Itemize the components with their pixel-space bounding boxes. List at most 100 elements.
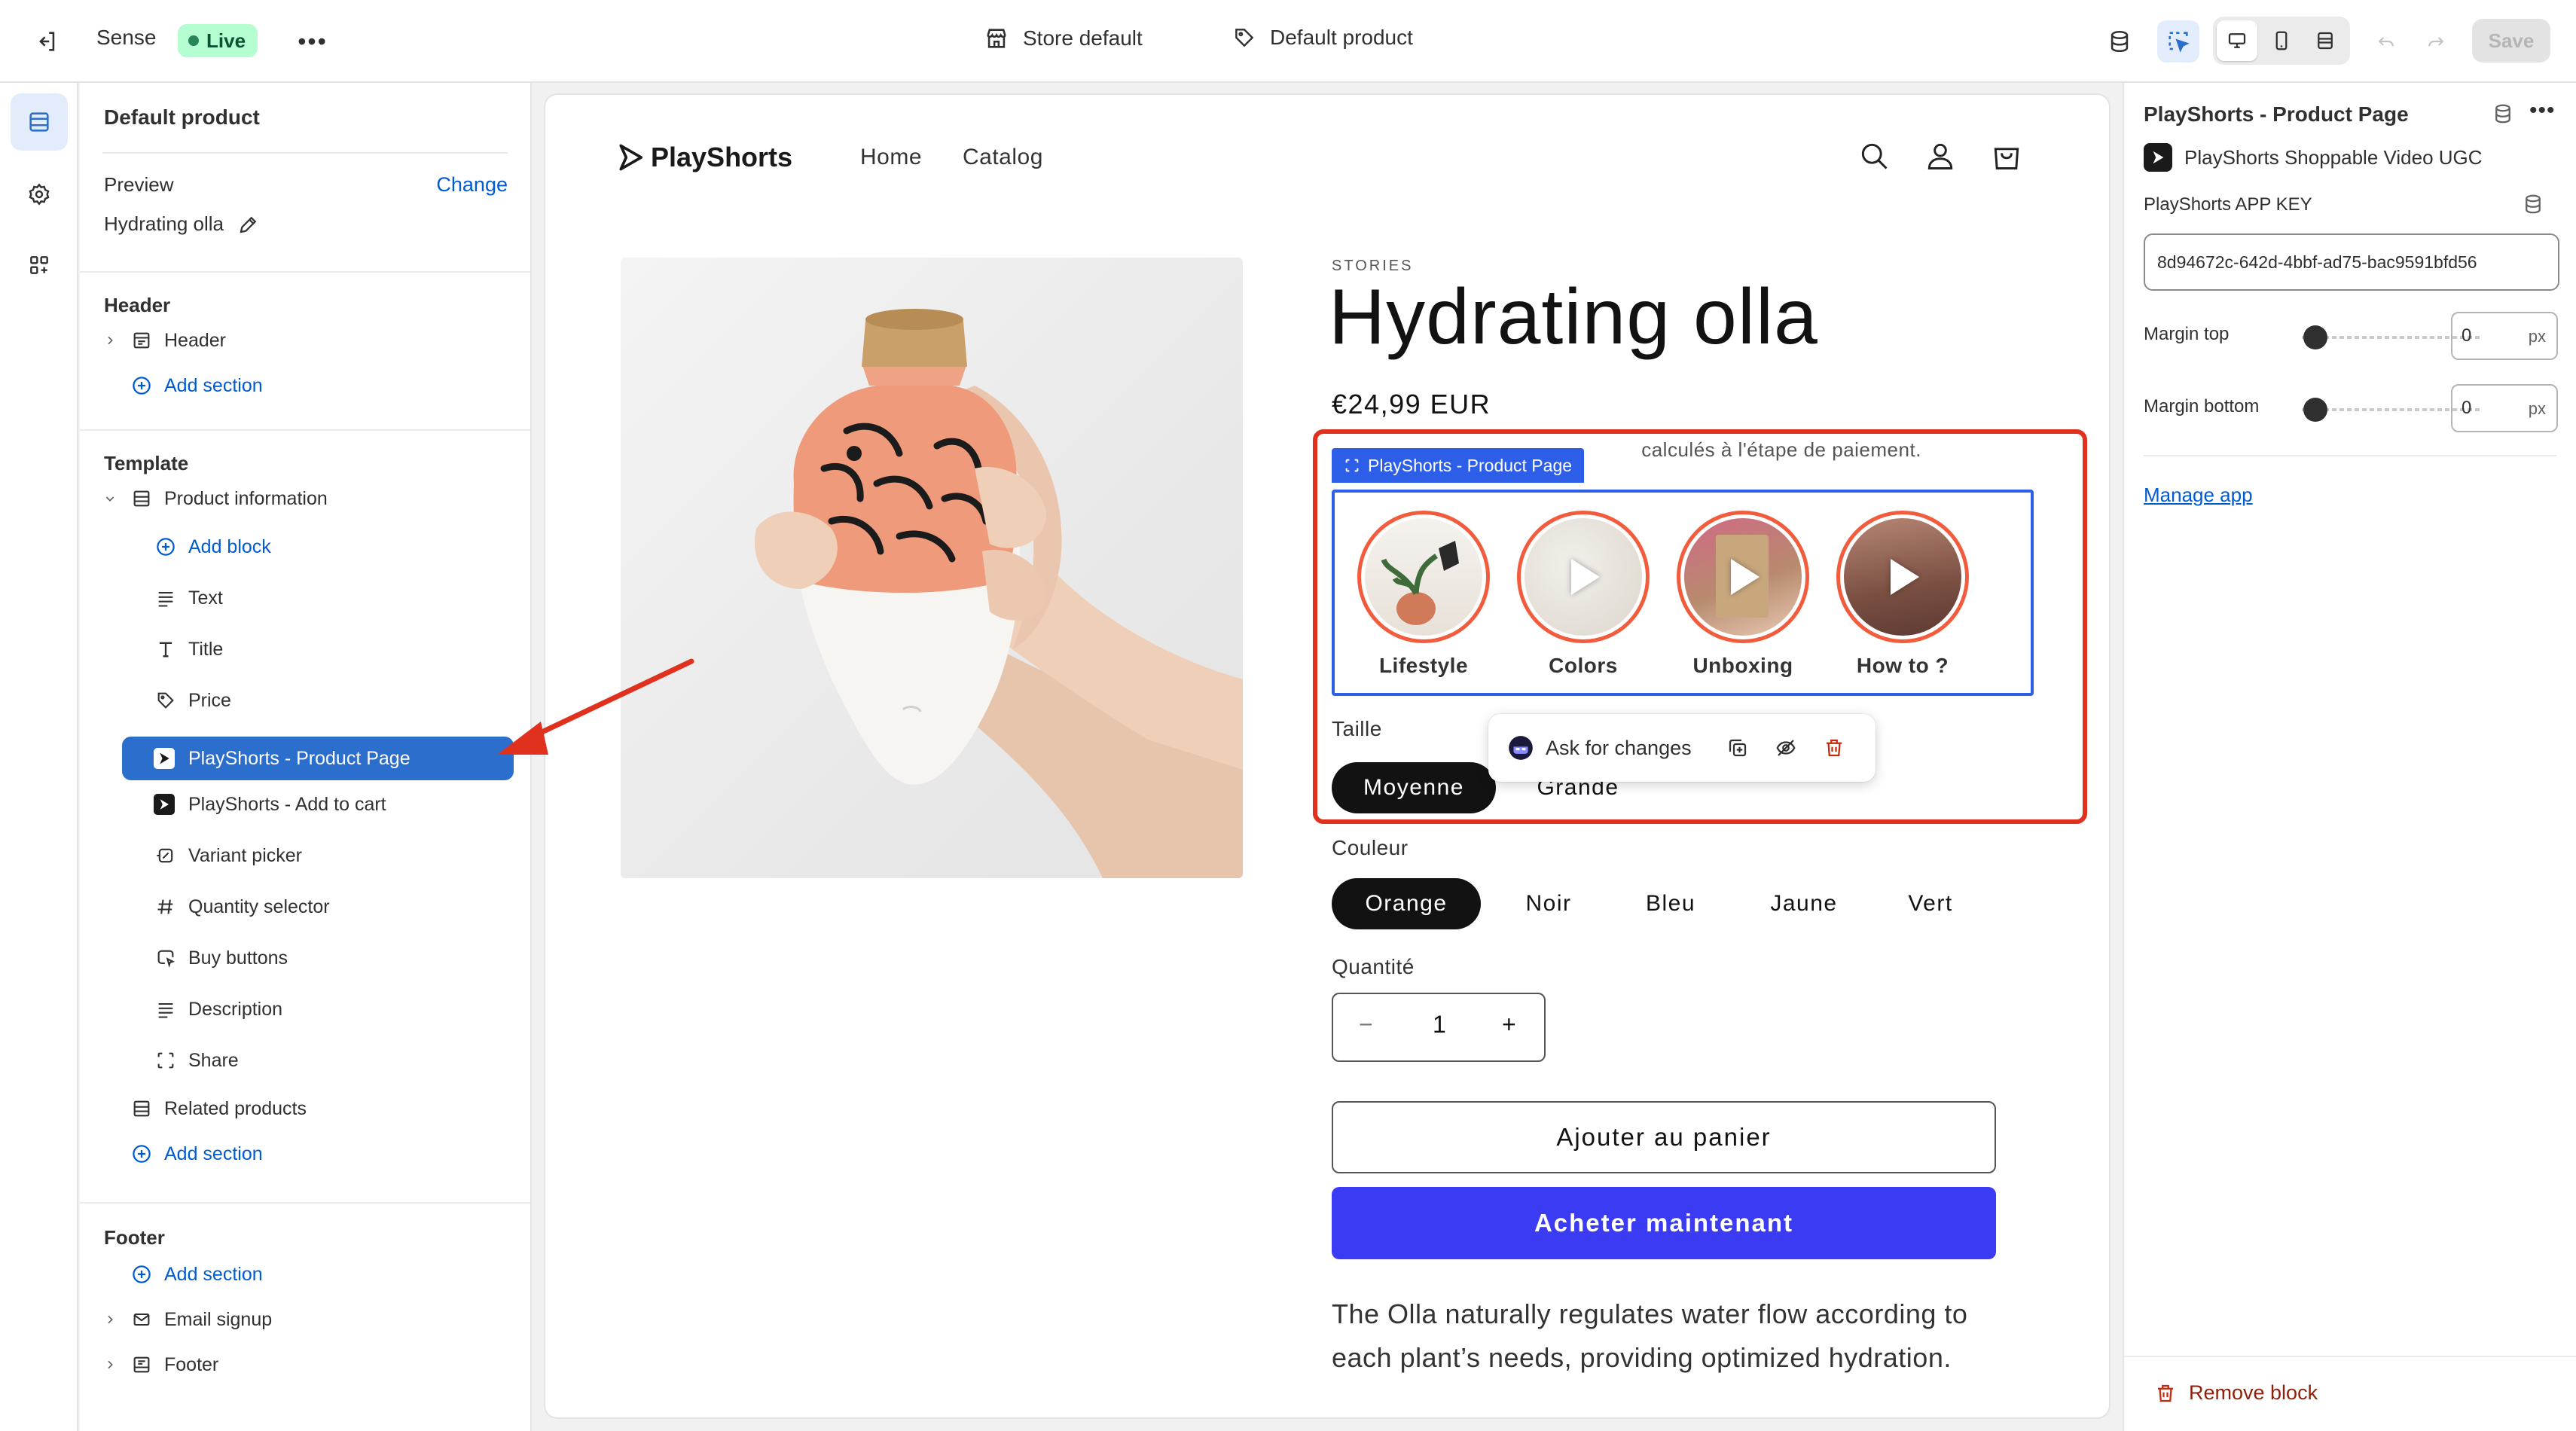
fullscreen-icon[interactable] [2305,20,2346,61]
add-block[interactable]: Add block [80,524,530,569]
color-option-noir[interactable]: Noir [1496,878,1601,929]
store-selector[interactable]: Store default [984,26,1143,51]
product-price: €24,99 EUR [1332,389,1491,420]
ask-for-changes-button[interactable]: Ask for changes [1496,722,1705,774]
delete-icon[interactable] [1814,728,1854,768]
manage-app-link[interactable]: Manage app [2144,484,2253,507]
block-quantity-selector[interactable]: Quantity selector [80,884,530,929]
quantity-value[interactable]: 1 [1433,1011,1446,1039]
nav-catalog[interactable]: Catalog [963,145,1043,170]
block-text[interactable]: Text [80,575,530,621]
margin-bottom-input[interactable]: 0 px [2451,384,2558,432]
top-bar: Sense Live ••• Store default Default pro… [0,0,2576,83]
inspector-icon[interactable] [2157,20,2199,63]
pencil-icon[interactable] [237,213,260,236]
save-button[interactable]: Save [2472,19,2550,63]
sidebar-item-label: Product information [164,487,328,509]
settings-gear-icon[interactable] [11,166,68,223]
undo-icon[interactable] [2365,20,2407,63]
block-playshorts-product-page[interactable]: PlayShorts - Product Page [122,737,514,780]
color-option-orange[interactable]: Orange [1332,878,1481,929]
more-options-icon[interactable]: ••• [2529,98,2556,124]
block-label: Variant picker [188,844,302,866]
theme-name[interactable]: Sense [96,26,156,50]
change-preview-link[interactable]: Change [436,173,508,197]
size-option-moyenne[interactable]: Moyenne [1332,762,1496,813]
margin-bottom-value[interactable]: 0 [2462,398,2471,419]
block-label: Description [188,998,283,1020]
text-icon [154,997,178,1021]
divider [80,429,530,431]
nav-home[interactable]: Home [860,145,922,170]
block-label: Quantity selector [188,896,330,917]
block-label: Buy buttons [188,947,288,969]
remove-block-button[interactable]: Remove block [2154,1381,2318,1405]
block-label: Text [188,587,223,609]
color-option-jaune[interactable]: Jaune [1740,878,1868,929]
block-description[interactable]: Description [80,987,530,1032]
desktop-icon[interactable] [2217,20,2257,61]
margin-top-value[interactable]: 0 [2462,325,2471,346]
price-tag-icon [154,688,178,712]
database-icon[interactable] [2098,20,2141,63]
sections-icon[interactable] [11,93,68,151]
sidebar-item-product-information[interactable]: Product information [80,476,530,521]
sidebar-item-label: Email signup [164,1308,273,1330]
sidebar-item-related-products[interactable]: Related products [80,1086,530,1131]
color-option-bleu[interactable]: Bleu [1618,878,1723,929]
duplicate-icon[interactable] [1717,728,1758,768]
sidebar-item-header[interactable]: Header [80,318,530,363]
slider-handle[interactable] [2303,325,2327,349]
playshorts-app-icon [2144,143,2172,172]
block-price[interactable]: Price [80,678,530,723]
exit-icon[interactable] [27,23,65,60]
viewport-switcher [2213,17,2350,65]
dynamic-source-icon[interactable] [2492,102,2514,129]
apps-icon[interactable] [11,236,68,294]
add-section-template[interactable]: Add section [80,1131,530,1176]
preview-product[interactable]: Hydrating olla [104,212,260,236]
trash-icon [2158,1384,2173,1402]
increase-icon[interactable]: + [1502,1011,1516,1039]
block-share[interactable]: Share [80,1038,530,1083]
chevron-right-icon[interactable] [102,334,118,346]
sidebar-item-footer[interactable]: Footer [80,1342,530,1387]
app-key-input[interactable]: 8d94672c-642d-4bbf-ad75-bac9591bfd56 [2144,233,2559,291]
redo-icon[interactable] [2415,20,2457,63]
unit-label: px [2528,399,2546,418]
margin-top-input[interactable]: 0 px [2451,312,2558,360]
cart-icon[interactable] [1987,136,2026,175]
add-section-label: Add section [164,1143,263,1164]
slider-handle[interactable] [2303,398,2327,422]
block-playshorts-add-to-cart[interactable]: PlayShorts - Add to cart [80,782,530,827]
block-label: Share [188,1049,239,1071]
margin-top-label: Margin top [2144,324,2230,344]
mobile-icon[interactable] [2261,20,2302,61]
add-section-footer[interactable]: Add section [80,1252,530,1297]
chevron-down-icon[interactable] [102,493,118,505]
block-title[interactable]: Title [80,627,530,672]
color-option-vert[interactable]: Vert [1882,878,1979,929]
block-buy-buttons[interactable]: Buy buttons [80,935,530,981]
decrease-icon[interactable]: − [1359,1011,1373,1039]
store-logo[interactable]: PlayShorts [618,142,792,173]
chevron-right-icon[interactable] [102,1314,118,1326]
add-section-header[interactable]: Add section [80,363,530,408]
footer-group-label: Footer [104,1226,165,1249]
product-image[interactable] [621,258,1243,878]
template-selector[interactable]: Default product [1232,26,1413,50]
add-to-cart-button[interactable]: Ajouter au panier [1332,1101,1996,1173]
footer-layout-icon [130,1353,154,1377]
hide-icon[interactable] [1766,728,1806,768]
block-settings-title: PlayShorts - Product Page [2144,102,2409,126]
account-icon[interactable] [1921,136,1960,175]
sidebar-item-email-signup[interactable]: Email signup [80,1297,530,1342]
chevron-right-icon[interactable] [102,1359,118,1371]
search-icon[interactable] [1854,136,1894,175]
sidebar-item-label: Header [164,329,226,351]
connect-source-icon[interactable] [2522,193,2544,219]
buy-now-button[interactable]: Acheter maintenant [1332,1187,1996,1259]
store-label: Store default [1023,26,1143,50]
block-variant-picker[interactable]: Variant picker [80,833,530,878]
more-actions-icon[interactable]: ••• [294,23,331,60]
